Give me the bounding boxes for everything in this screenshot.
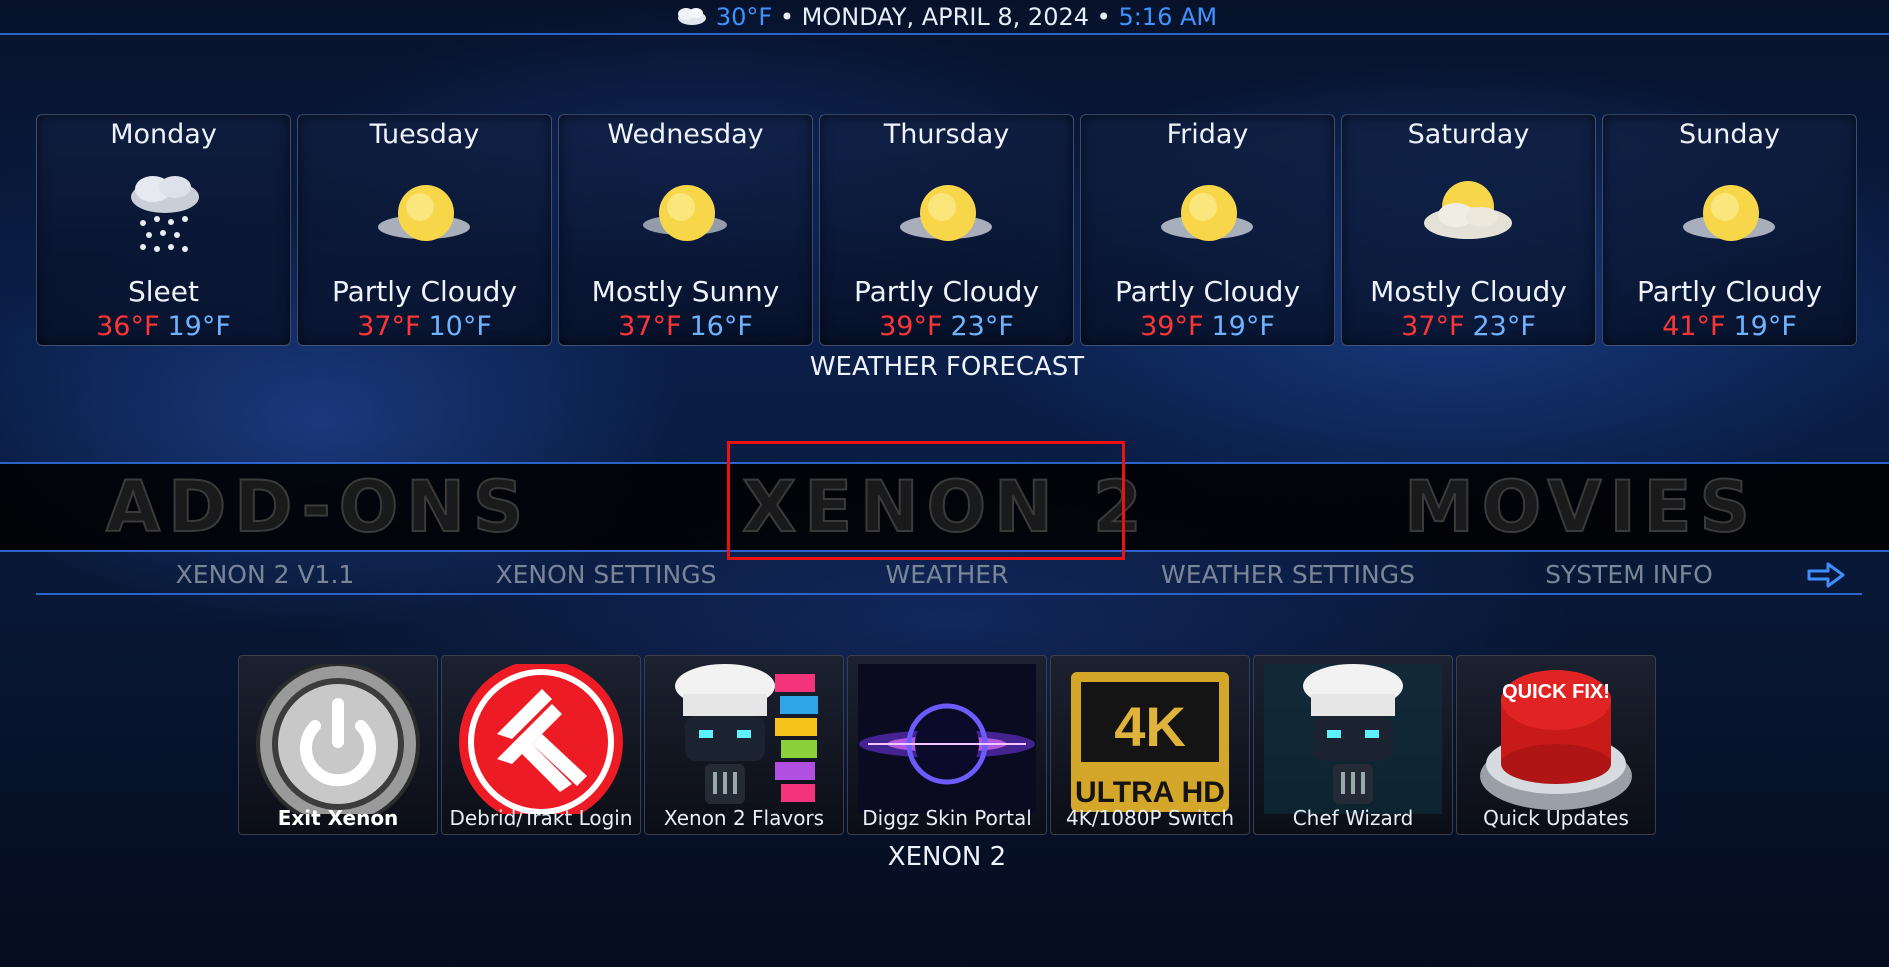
4k-ultra-hd-icon: 4K ULTRA HD xyxy=(1071,672,1229,812)
submenu-item-weather[interactable]: WEATHER xyxy=(787,560,1107,589)
chef-robot-icon xyxy=(1264,664,1442,814)
day-name: Wednesday xyxy=(607,119,764,150)
submenu-item-weather-settings[interactable]: WEATHER SETTINGS xyxy=(1128,560,1448,589)
submenu: XENON 2 V1.1 XENON SETTINGS WEATHER WEAT… xyxy=(0,558,1889,592)
high-temp: 37°F xyxy=(357,311,421,342)
tile-label: Diggz Skin Portal xyxy=(862,806,1032,830)
day-temps: 37°F 23°F xyxy=(1342,311,1595,342)
separator: • xyxy=(779,3,795,31)
tile-label: Chef Wizard xyxy=(1292,806,1414,830)
forecast-day-monday[interactable]: Monday Sleet 36°F 19°F xyxy=(36,114,291,346)
tile-label: 4K/1080P Switch xyxy=(1065,806,1235,830)
low-temp: 19°F xyxy=(1211,311,1275,342)
low-temp: 10°F xyxy=(428,311,492,342)
weather-cloud-icon xyxy=(677,8,706,25)
low-temp: 23°F xyxy=(1472,311,1536,342)
day-temps: 37°F 16°F xyxy=(559,311,812,342)
day-temps: 39°F 19°F xyxy=(1081,311,1334,342)
high-temp: 39°F xyxy=(879,311,943,342)
menu-item-add-ons[interactable]: ADD-ONS xyxy=(105,465,526,549)
day-temps: 36°F 19°F xyxy=(37,311,290,342)
forecast-day-thursday[interactable]: Thursday Partly Cloudy 39°F 23°F xyxy=(819,114,1074,346)
forecast-day-saturday[interactable]: Saturday Mostly Cloudy 37°F 23°F xyxy=(1341,114,1596,346)
day-condition: Partly Cloudy xyxy=(331,275,518,308)
badge-ultra-hd-text: ULTRA HD xyxy=(1075,776,1225,809)
tile-exit-xenon[interactable]: Exit Xenon xyxy=(238,655,438,835)
day-condition: Partly Cloudy xyxy=(1636,275,1823,308)
day-condition: Mostly Sunny xyxy=(591,275,780,308)
portal-ring-icon xyxy=(858,664,1036,814)
high-temp: 37°F xyxy=(618,311,682,342)
tile-label: Debrid/Trakt Login xyxy=(449,806,633,830)
quick-fix-text: QUICK FIX! xyxy=(1502,681,1610,703)
day-name: Sunday xyxy=(1678,119,1781,150)
high-temp: 41°F xyxy=(1662,311,1726,342)
forecast-day-sunday[interactable]: Sunday Partly Cloudy 41°F 19°F xyxy=(1602,114,1857,346)
forecast-title: WEATHER FORECAST xyxy=(809,352,1085,382)
high-temp: 39°F xyxy=(1140,311,1204,342)
tile-quick-updates[interactable]: QUICK FIX! Quick Updates xyxy=(1456,655,1656,835)
forecast-panel: Monday Sleet 36°F 19°F Tuesday Partly Clo… xyxy=(36,114,1858,346)
quick-fix-button-icon: QUICK FIX! xyxy=(1480,670,1632,810)
low-temp: 23°F xyxy=(950,311,1014,342)
low-temp: 19°F xyxy=(1733,311,1797,342)
tile-label: Quick Updates xyxy=(1483,806,1629,830)
current-temperature: 30°F xyxy=(715,3,773,31)
submenu-item-xenon-version[interactable]: XENON 2 V1.1 xyxy=(105,560,425,589)
partly-cloudy-icon xyxy=(1161,185,1253,241)
day-temps: 37°F 10°F xyxy=(298,311,551,342)
divider xyxy=(36,593,1862,595)
day-name: Monday xyxy=(110,119,217,150)
tile-diggz-skin-portal[interactable]: Diggz Skin Portal xyxy=(847,655,1047,835)
day-condition: Partly Cloudy xyxy=(1114,275,1301,308)
partly-cloudy-icon xyxy=(378,185,470,241)
tile-xenon-2-flavors[interactable]: Xenon 2 Flavors xyxy=(644,655,844,835)
badge-4k-text: 4K xyxy=(1114,695,1186,758)
day-temps: 41°F 19°F xyxy=(1603,311,1856,342)
low-temp: 19°F xyxy=(167,311,231,342)
widget-row: Exit Xenon Debrid/Trakt Login Xenon 2 Fl… xyxy=(238,655,1658,835)
day-name: Tuesday xyxy=(369,119,480,150)
current-time: 5:16 AM xyxy=(1118,3,1218,31)
partly-cloudy-icon xyxy=(1683,185,1775,241)
high-temp: 37°F xyxy=(1401,311,1465,342)
mostly-cloudy-icon xyxy=(1424,181,1512,239)
arrow-right-icon[interactable] xyxy=(1806,560,1846,590)
sleet-icon xyxy=(131,176,199,252)
separator: • xyxy=(1096,3,1111,31)
chef-robot-flavors-icon xyxy=(675,664,818,804)
tile-4k-1080p-switch[interactable]: 4K ULTRA HD 4K/1080P Switch xyxy=(1050,655,1250,835)
forecast-day-friday[interactable]: Friday Partly Cloudy 39°F 19°F xyxy=(1080,114,1335,346)
status-line: 30°F • MONDAY, APRIL 8, 2024 • 5:16 AM xyxy=(0,3,1889,31)
forecast-day-wednesday[interactable]: Wednesday Mostly Sunny 37°F 16°F xyxy=(558,114,813,346)
day-name: Friday xyxy=(1166,119,1249,150)
day-condition: Partly Cloudy xyxy=(853,275,1040,308)
power-icon xyxy=(256,664,420,814)
current-date: MONDAY, APRIL 8, 2024 xyxy=(801,3,1090,31)
tile-debrid-trakt-login[interactable]: Debrid/Trakt Login xyxy=(441,655,641,835)
top-status-bar: 30°F • MONDAY, APRIL 8, 2024 • 5:16 AM xyxy=(0,0,1889,35)
day-condition: Sleet xyxy=(128,275,199,308)
day-temps: 39°F 23°F xyxy=(820,311,1073,342)
tile-label: Exit Xenon xyxy=(277,806,399,830)
day-condition: Mostly Cloudy xyxy=(1370,275,1567,308)
mostly-sunny-icon xyxy=(643,185,727,241)
submenu-item-xenon-settings[interactable]: XENON SETTINGS xyxy=(446,560,766,589)
menu-item-movies[interactable]: MOVIES xyxy=(1371,465,1791,549)
tile-label: Xenon 2 Flavors xyxy=(663,806,825,830)
widget-row-title: XENON 2 xyxy=(887,842,1007,872)
trakt-logo-icon xyxy=(459,664,623,814)
day-name: Saturday xyxy=(1407,119,1530,150)
divider xyxy=(0,33,1889,35)
low-temp: 16°F xyxy=(689,311,753,342)
day-name: Thursday xyxy=(883,119,1010,150)
high-temp: 36°F xyxy=(96,311,160,342)
forecast-day-tuesday[interactable]: Tuesday Partly Cloudy 37°F 10°F xyxy=(297,114,552,346)
partly-cloudy-icon xyxy=(900,185,992,241)
focus-highlight xyxy=(727,441,1125,560)
tile-chef-wizard[interactable]: Chef Wizard xyxy=(1253,655,1453,835)
submenu-item-system-info[interactable]: SYSTEM INFO xyxy=(1469,560,1789,589)
